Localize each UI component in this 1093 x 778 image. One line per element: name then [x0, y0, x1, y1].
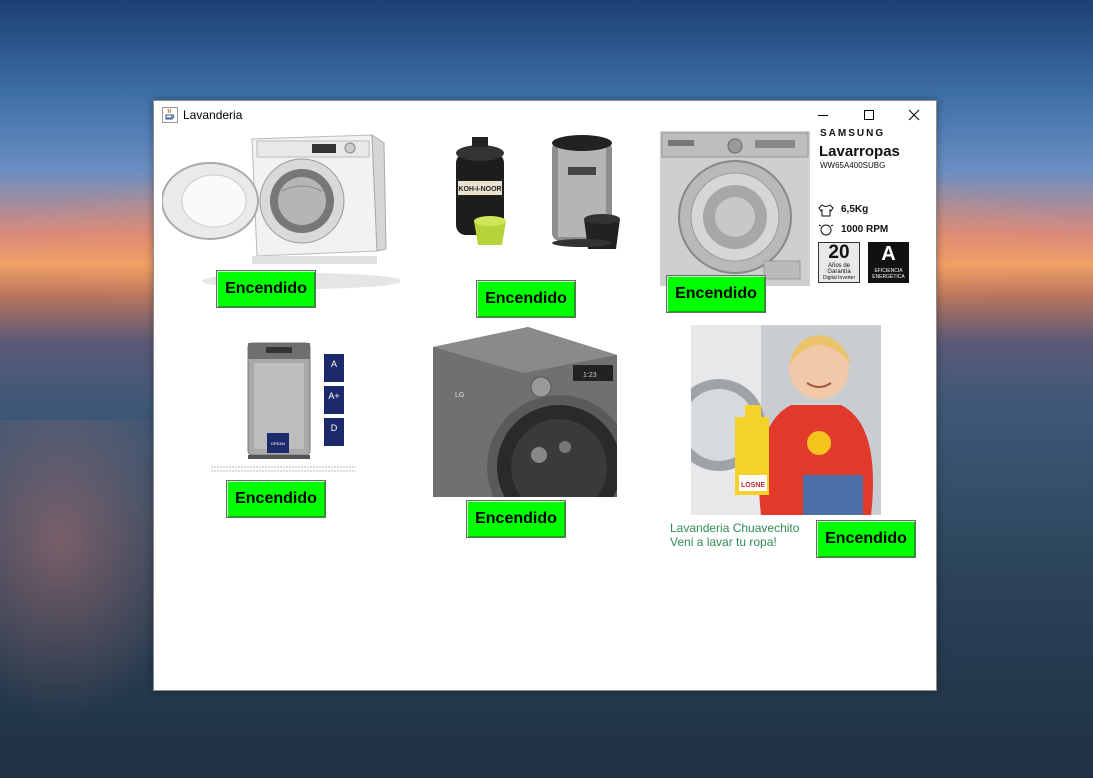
close-icon [908, 109, 920, 121]
losne-logo: LOSNE [741, 482, 765, 489]
minimize-icon [818, 115, 828, 116]
minimize-button[interactable] [800, 101, 846, 129]
product-2-power-button[interactable]: Encendido [476, 280, 576, 318]
spin-icon [818, 224, 834, 236]
koh-i-noor-logo: KOH-I-NOOR [458, 186, 501, 193]
drean-washer-image: DREAN A A+ D [206, 337, 356, 475]
samsung-product: Lavarropas [819, 143, 900, 160]
product-6-power-button[interactable]: Encendido [816, 520, 916, 558]
samsung-speed: 1000 RPM [841, 224, 889, 235]
close-button[interactable] [891, 101, 937, 129]
front-load-washer-image [162, 131, 400, 291]
product-5-power-button[interactable]: Encendido [466, 500, 566, 538]
samsung-washer-image [660, 131, 810, 286]
drean-label-d: D [331, 423, 338, 433]
spin-dryers-image: KOH-I-NOOR [444, 131, 634, 276]
lg-logo: LG [455, 392, 464, 399]
caption-line-1: Lavanderia Chuavechito [670, 521, 800, 535]
samsung-brand: SAMSUNG [820, 128, 886, 139]
warranty-badge: 20 Años de Garantía Digital Inverter [818, 242, 860, 283]
product-1-power-button[interactable]: Encendido [216, 270, 316, 308]
maximize-icon [864, 110, 874, 120]
lg-display-digits: 1:23 [583, 372, 597, 379]
app-window: Lavanderia Encendido KOH-I-NOOR Encendid… [153, 100, 937, 691]
energy-badge: A EFICIENCIA ENERGÉTICA [868, 242, 909, 283]
caption-line-2: Veni a lavar tu ropa! [670, 535, 777, 549]
product-3-power-button[interactable]: Encendido [666, 275, 766, 313]
boy-detergent-image: LOSNE [691, 325, 881, 515]
maximize-button[interactable] [846, 101, 892, 129]
samsung-model: WW65A400SUBG [820, 161, 886, 170]
tshirt-icon [818, 204, 834, 217]
samsung-capacity: 6,5Kg [841, 204, 869, 215]
title-bar[interactable]: Lavanderia [154, 101, 936, 129]
java-app-icon [162, 107, 178, 123]
drean-logo: DREAN [271, 441, 285, 446]
lg-washer-image: 1:23 LG [433, 327, 617, 497]
drean-label-a: A [331, 359, 337, 369]
drean-label-a-plus: A+ [328, 391, 339, 401]
product-4-power-button[interactable]: Encendido [226, 480, 326, 518]
window-title: Lavanderia [183, 108, 243, 122]
